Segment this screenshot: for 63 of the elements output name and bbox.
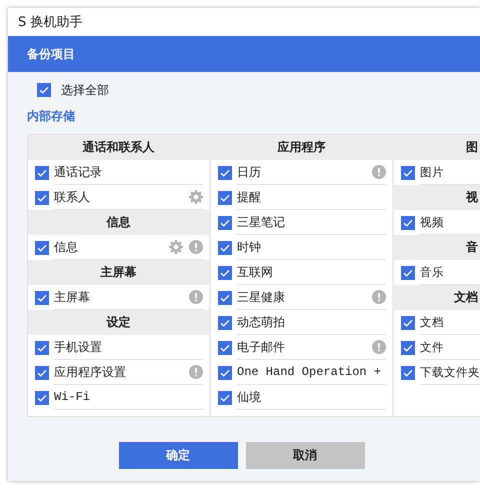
item-label: 提醒 [237,188,262,206]
section-label: 内部存储 [26,108,76,125]
item-label: 三星健康 [237,288,286,306]
header-title: 备份项目 [27,46,75,62]
item-label: 动态萌拍 [237,314,286,330]
group-heading: 主屏幕 [28,260,209,285]
item-label: 主屏幕 [54,288,91,306]
checkbox[interactable] [37,83,51,97]
checkbox[interactable] [401,366,415,380]
checkbox[interactable] [218,266,232,280]
checkbox[interactable] [401,216,415,230]
group-heading: 图 [394,135,480,160]
checkbox[interactable] [218,390,232,404]
item-label: 图片 [420,164,445,180]
group-heading: 视 [394,185,480,210]
item-label: 互联网 [237,264,274,280]
checkbox[interactable] [35,390,49,404]
confirm-button[interactable]: 确定 [118,442,238,469]
item-label: 应用程序设置 [54,364,127,380]
item-label: 仙境 [237,388,262,406]
checkbox[interactable] [35,166,49,180]
checkbox[interactable] [35,366,49,380]
group-heading: 文档 [394,285,480,310]
item-label: One Hand Operation + [237,365,382,379]
checkbox[interactable] [401,316,415,330]
checkbox[interactable] [218,366,232,380]
item-label: 联系人 [54,188,91,206]
checkbox[interactable] [218,166,232,180]
item-label: 音乐 [420,264,445,280]
checkbox[interactable] [35,190,49,204]
group-heading: 通话和联系人 [28,135,209,160]
group-heading: 应用程序 [211,135,392,160]
checkbox[interactable] [35,340,49,354]
item-label: 文件 [420,340,445,354]
item-label: Wi-Fi [54,390,92,404]
checkbox[interactable] [218,290,232,304]
item-label: 三星笔记 [237,214,286,230]
group-heading: 音 [394,235,480,260]
checkbox[interactable] [35,290,49,304]
item-label: 电子邮件 [237,338,286,356]
group-heading: 设定 [28,310,209,335]
checkbox[interactable] [35,240,49,254]
group-heading: 信息 [28,210,209,235]
checkbox[interactable] [218,340,232,354]
checkbox[interactable] [401,166,415,180]
item-label: 时钟 [237,238,262,256]
window-title: 换机助手 [30,14,82,31]
item-label: 下载文件夹 [420,364,480,380]
select-all-label: 选择全部 [61,82,109,98]
checkbox[interactable] [218,216,232,230]
item-label: 信息 [54,238,79,256]
checkbox[interactable] [218,316,232,330]
cancel-button[interactable]: 取消 [246,442,364,469]
checkbox[interactable] [401,266,415,280]
checkbox[interactable] [401,340,415,354]
app-logo: S [18,14,26,30]
checkbox[interactable] [218,190,232,204]
item-label: 手机设置 [54,338,103,356]
item-label: 日历 [237,164,262,180]
item-label: 通话记录 [54,164,103,180]
checkbox[interactable] [218,240,232,254]
item-label: 视频 [420,214,445,230]
item-label: 文档 [420,314,445,330]
